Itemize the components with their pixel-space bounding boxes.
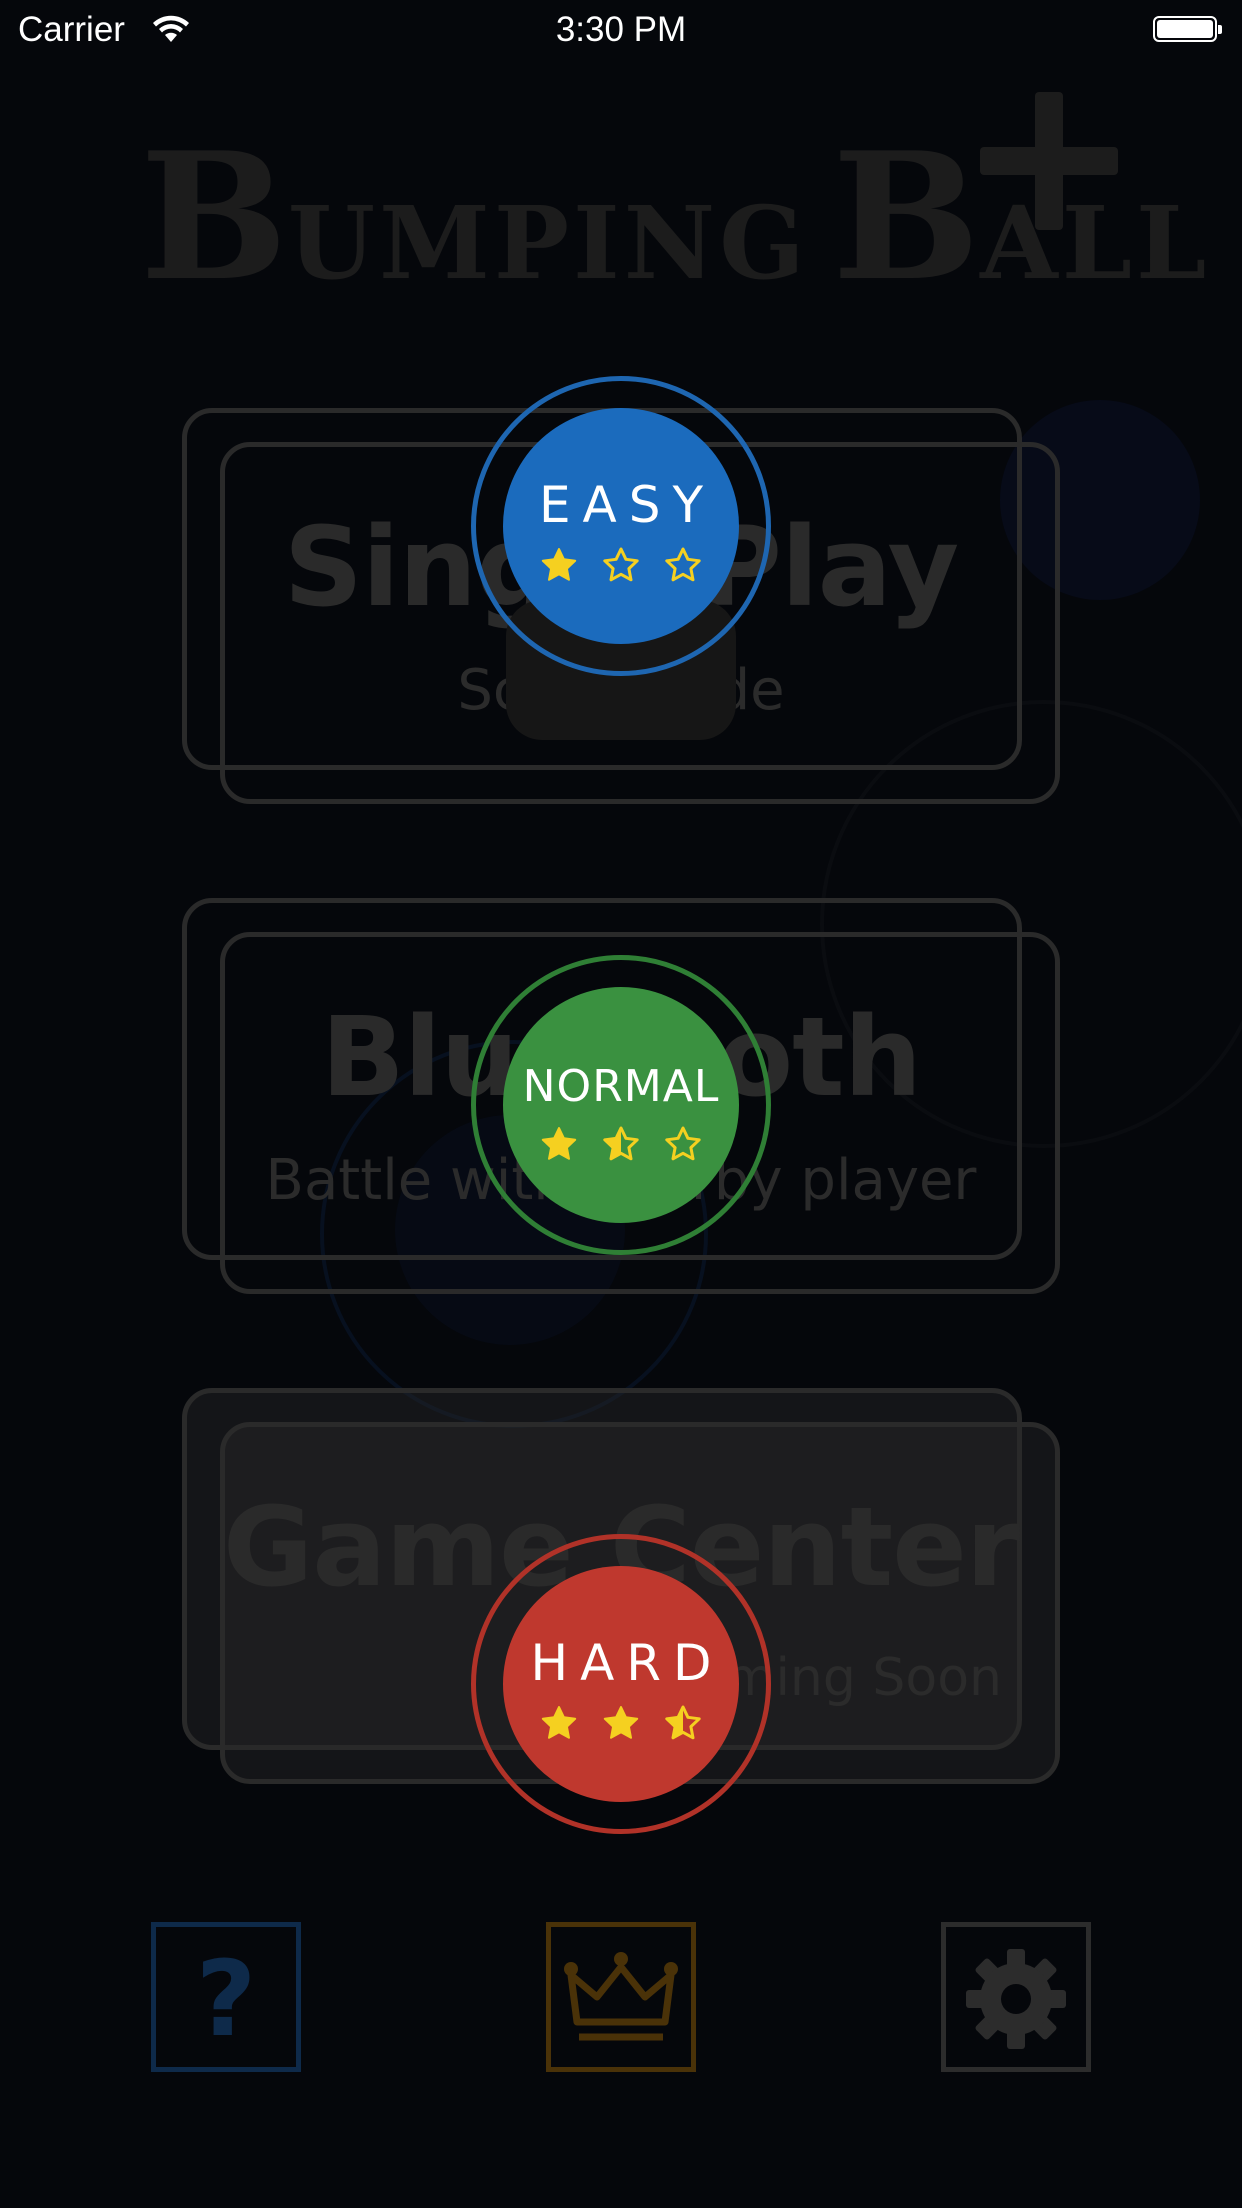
status-bar: Carrier 3:30 PM <box>0 0 1242 60</box>
difficulty-label: NORMAL <box>522 1061 720 1112</box>
plus-icon <box>980 92 1118 230</box>
empty-star-icon <box>665 1126 701 1161</box>
svg-text:?: ? <box>196 1938 256 2060</box>
logo-word-umping: UMPING <box>287 184 809 302</box>
help-button[interactable]: ? <box>151 1922 301 2072</box>
difficulty-hard-button[interactable]: HARD <box>471 1534 771 1834</box>
difficulty-rating <box>503 1704 739 1744</box>
settings-button[interactable] <box>941 1922 1091 2072</box>
help-icon: ? <box>196 1938 256 2060</box>
half-star-icon <box>603 1126 639 1161</box>
leaderboard-button[interactable] <box>546 1922 696 2072</box>
difficulty-easy-button[interactable]: EASY <box>471 376 771 676</box>
difficulty-normal-disc: NORMAL <box>503 987 739 1223</box>
empty-star-icon <box>603 547 639 582</box>
settings-icon <box>966 1949 1066 2049</box>
full-star-icon <box>603 1706 639 1739</box>
half-star-icon <box>665 1705 701 1740</box>
difficulty-rating <box>503 1125 739 1165</box>
difficulty-easy-disc: EASY <box>503 408 739 644</box>
difficulty-normal-button[interactable]: NORMAL <box>471 955 771 1255</box>
full-star-icon <box>541 1706 577 1739</box>
empty-star-icon <box>665 547 701 582</box>
difficulty-hard-disc: HARD <box>503 1566 739 1802</box>
difficulty-rating <box>503 546 739 586</box>
difficulty-label: EASY <box>538 476 716 534</box>
difficulty-label: HARD <box>530 1634 724 1692</box>
logo-initial-b-2: B <box>832 115 981 320</box>
crown-icon <box>564 1952 678 2041</box>
full-star-icon <box>541 1127 577 1160</box>
full-star-icon <box>541 548 577 581</box>
battery-icon <box>1153 16 1222 42</box>
logo-initial-b: B <box>140 115 288 320</box>
clock: 3:30 PM <box>555 10 687 49</box>
